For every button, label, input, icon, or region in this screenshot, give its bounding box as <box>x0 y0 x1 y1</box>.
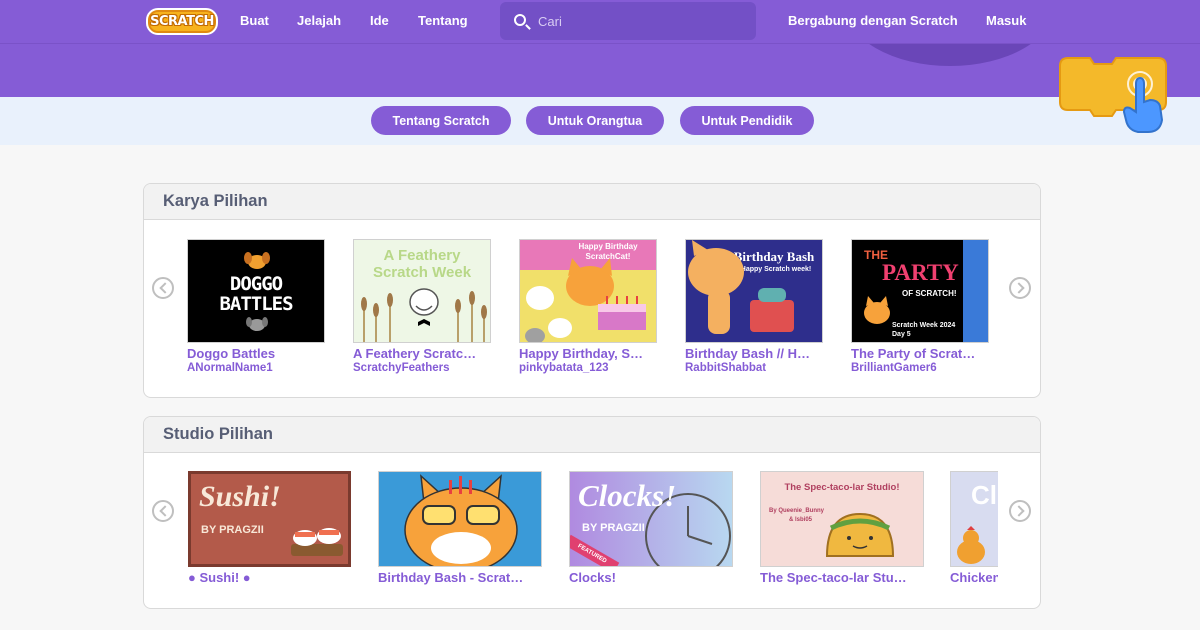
for-parents-button[interactable]: Untuk Orangtua <box>526 106 664 135</box>
thumb-text: The Spec-taco-lar Studio! <box>784 482 900 493</box>
project-thumbnail[interactable]: THE PARTY OF SCRATCH! Scratch Week 2024 … <box>851 239 989 343</box>
studio-title[interactable]: The Spec-taco-lar Stu… <box>760 570 924 585</box>
search-input[interactable] <box>538 12 738 30</box>
about-scratch-button[interactable]: Tentang Scratch <box>371 106 511 135</box>
scratch-logo[interactable]: SCRATCH <box>146 8 218 35</box>
search-bar[interactable] <box>500 2 756 40</box>
nav-ideas-link[interactable]: Ide <box>370 13 389 28</box>
carousel-next-icon[interactable] <box>1009 500 1031 522</box>
thumb-text: A Feathery <box>383 247 461 264</box>
project-author[interactable]: pinkybatata_123 <box>519 362 657 374</box>
studio-card[interactable]: The Spec-taco-lar Studio! By Queenie_Bun… <box>760 471 924 585</box>
birthday-cat-icon <box>525 258 646 342</box>
sign-in-link[interactable]: Masuk <box>986 13 1026 28</box>
carousel-next-icon[interactable] <box>1009 277 1031 299</box>
project-author[interactable]: ANormalName1 <box>187 362 325 374</box>
carousel-prev-icon[interactable] <box>152 277 174 299</box>
project-title[interactable]: Happy Birthday, S… <box>519 346 657 361</box>
intro-links-bar: Tentang Scratch Untuk Orangtua Untuk Pen… <box>0 97 1200 145</box>
hero-banner <box>0 44 1200 97</box>
rabbit-character-icon <box>688 240 794 334</box>
carousel-prev-icon[interactable] <box>152 500 174 522</box>
for-educators-button[interactable]: Untuk Pendidik <box>680 106 814 135</box>
thumb-text: Sushi! <box>199 480 281 513</box>
project-card[interactable]: Happy Birthday ScratchCat! Happy Birthda… <box>519 239 657 374</box>
thumb-text: PARTY <box>882 260 959 285</box>
dog-icon <box>244 252 270 269</box>
featured-studios-section: Studio Pilihan Sushi! BY PRAGZII ● Sushi… <box>143 416 1041 609</box>
thumb-text: BY PRAGZII <box>582 522 645 534</box>
project-author[interactable]: ScratchyFeathers <box>353 362 491 374</box>
featured-studios-header: Studio Pilihan <box>144 417 1040 453</box>
featured-projects-title: Karya Pilihan <box>163 192 268 210</box>
birthday-cat-glasses-icon <box>404 474 518 566</box>
search-icon <box>514 14 526 26</box>
thumb-text: BATTLES <box>219 293 293 315</box>
studio-thumbnail[interactable]: Cl <box>950 471 998 567</box>
nav-about-link[interactable]: Tentang <box>418 13 468 28</box>
studio-title[interactable]: Clocks! <box>569 570 733 585</box>
hero-decoration <box>845 44 1055 66</box>
studio-title[interactable]: Birthday Bash - Scrat… <box>378 570 542 585</box>
project-thumbnail[interactable]: Happy Birthday ScratchCat! <box>519 239 657 343</box>
thumb-text: Scratch Week <box>372 264 472 281</box>
project-card[interactable]: DOGGO BATTLES Doggo Battles ANormalName1 <box>187 239 325 374</box>
join-scratch-link[interactable]: Bergabung dengan Scratch <box>788 13 958 28</box>
chicken-icon <box>957 526 985 564</box>
featured-projects-carousel: DOGGO BATTLES Doggo Battles ANormalName1… <box>144 220 1040 397</box>
studio-title[interactable]: Chicken <box>950 570 998 585</box>
featured-badge: FEATURED <box>570 534 620 566</box>
project-card[interactable]: THE PARTY OF SCRATCH! Scratch Week 2024 … <box>851 239 989 374</box>
thumb-text: Clocks! <box>578 478 677 513</box>
featured-projects-header: Karya Pilihan <box>144 184 1040 220</box>
project-title[interactable]: Birthday Bash // H… <box>685 346 823 361</box>
featured-projects-section: Karya Pilihan DOGGO BATTLES Doggo Battle… <box>143 183 1041 398</box>
project-title[interactable]: Doggo Battles <box>187 346 325 361</box>
studio-thumbnail[interactable]: Sushi! BY PRAGZII <box>188 471 351 567</box>
studio-track: Sushi! BY PRAGZII ● Sushi! ● Birthday Ba… <box>188 471 998 591</box>
project-thumbnail[interactable]: A Feathery Scratch Week <box>353 239 491 343</box>
pointing-hand-block-icon <box>1059 57 1167 133</box>
studio-thumbnail[interactable]: Clocks! BY PRAGZII FEATURED <box>569 471 733 567</box>
scratch-logo-icon: SCRATCH <box>150 14 214 29</box>
nav-create-link[interactable]: Buat <box>240 13 269 28</box>
nav-explore-link[interactable]: Jelajah <box>297 13 341 28</box>
project-title[interactable]: A Feathery Scratc… <box>353 346 491 361</box>
studio-thumbnail[interactable]: The Spec-taco-lar Studio! By Queenie_Bun… <box>760 471 924 567</box>
featured-studios-carousel: Sushi! BY PRAGZII ● Sushi! ● Birthday Ba… <box>144 453 1040 608</box>
project-author[interactable]: RabbitShabbat <box>685 362 823 374</box>
scratch-cat-icon <box>864 296 890 324</box>
thumb-text: Day 5 <box>892 331 911 338</box>
feather-scene-icon <box>361 288 487 342</box>
studio-card[interactable]: Cl Chicken <box>950 471 998 585</box>
main-content: Karya Pilihan DOGGO BATTLES Doggo Battle… <box>0 145 1200 630</box>
project-thumbnail[interactable]: Birthday Bash Happy Scratch week! <box>685 239 823 343</box>
thumb-text: OF SCRATCH! <box>902 289 957 298</box>
project-author[interactable]: BrilliantGamer6 <box>851 362 989 374</box>
project-title[interactable]: The Party of Scrat… <box>851 346 989 361</box>
thumb-text: DOGGO <box>229 273 283 295</box>
project-thumbnail[interactable]: DOGGO BATTLES <box>187 239 325 343</box>
studio-thumbnail[interactable] <box>378 471 542 567</box>
studio-card[interactable]: Sushi! BY PRAGZII ● Sushi! ● <box>188 471 351 585</box>
thumb-text: Cl <box>971 480 997 510</box>
studio-card[interactable]: Birthday Bash - Scrat… <box>378 471 542 585</box>
thumb-text: Happy Birthday <box>578 242 638 251</box>
project-card[interactable]: A Feathery Scratch Week A Feathery Scrat… <box>353 239 491 374</box>
taco-icon <box>825 512 895 557</box>
thumb-text: Scratch Week 2024 <box>892 322 956 329</box>
studio-title[interactable]: ● Sushi! ● <box>188 570 351 585</box>
top-nav: SCRATCH Buat Jelajah Ide Tentang Bergabu… <box>0 0 1200 44</box>
studio-card[interactable]: Clocks! BY PRAGZII FEATURED Clocks! <box>569 471 733 585</box>
dog-icon <box>246 317 268 331</box>
project-card[interactable]: Birthday Bash Happy Scratch week! Birthd… <box>685 239 823 374</box>
featured-studios-title: Studio Pilihan <box>163 425 273 443</box>
sushi-icon <box>291 528 343 556</box>
